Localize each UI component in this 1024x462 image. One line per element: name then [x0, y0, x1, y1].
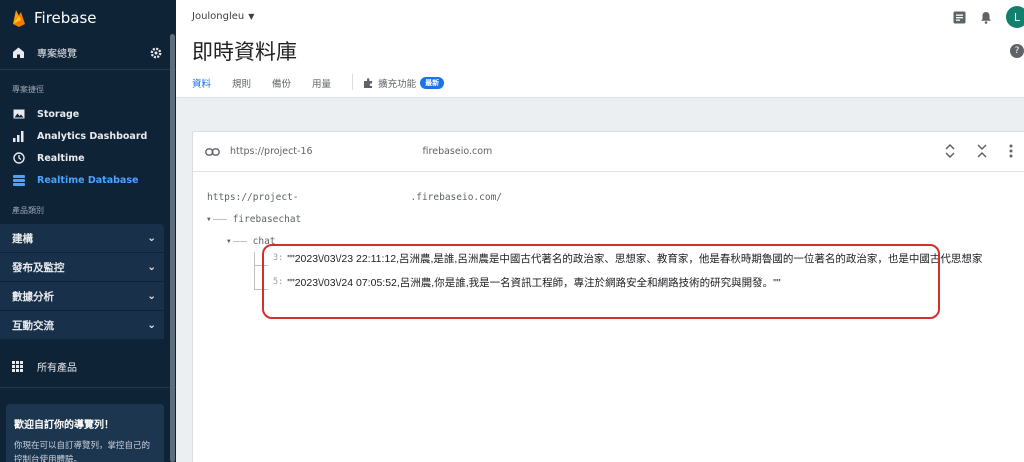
more-vert-icon[interactable] — [1009, 144, 1013, 158]
project-overview[interactable]: 專案總覽 — [0, 36, 176, 70]
collapse-icon[interactable] — [977, 144, 987, 158]
project-selector[interactable]: Joulongleu ▼ — [192, 11, 254, 22]
image-icon — [12, 108, 25, 121]
grid-icon — [12, 361, 23, 372]
clock-icon — [12, 152, 25, 165]
sidebar-group-release-monitor[interactable]: 發布及監控 ⌄ — [0, 253, 164, 282]
all-products-label: 所有產品 — [37, 363, 77, 374]
sidebar-item-label: Storage — [37, 108, 80, 120]
brand[interactable]: Firebase — [0, 0, 176, 36]
caret-down-icon: ▼ — [248, 11, 255, 21]
database-url-bar: https://project-16 firebaseio.com — [193, 132, 1024, 172]
sidebar-item-storage[interactable]: Storage — [0, 103, 176, 125]
tree-root[interactable]: https://project- .firebaseio.com/ — [207, 186, 502, 208]
gear-icon[interactable] — [150, 47, 162, 59]
content-area: https://project-16 firebaseio.com https:… — [176, 98, 1024, 462]
tree-node-firebasechat[interactable]: ▼ firebasechat — [207, 208, 502, 230]
extensions-label: 擴充功能 — [378, 79, 417, 90]
node-key: firebasechat — [232, 213, 302, 225]
brand-name: Firebase — [34, 9, 97, 27]
red-highlight-annotation — [262, 244, 940, 319]
url-prefix: https://project-16 — [230, 146, 313, 157]
sidebar-group-label: 數據分析 — [12, 290, 54, 303]
tab-usage[interactable]: 用量 — [312, 74, 331, 98]
bar-chart-icon — [12, 130, 25, 143]
card-desc: 你現在可以自訂導覽列，掌控自己的控制台使用體驗。 — [14, 441, 151, 462]
chevron-down-icon: ⌄ — [147, 261, 156, 273]
chevron-down-icon: ⌄ — [147, 319, 156, 331]
categories-title: 產品類別 — [12, 206, 44, 215]
topbar-actions: L — [953, 6, 1024, 28]
sidebar-item-realtime-database[interactable]: Realtime Database — [0, 169, 176, 191]
tab-backups[interactable]: 備份 — [272, 74, 291, 98]
database-url[interactable]: https://project-16 firebaseio.com — [230, 145, 493, 158]
main-content: Joulongleu ▼ L ? 即時資料庫 資料 規則 備份 用量 擴充功能 … — [176, 0, 1024, 462]
sidebar-item-label: Realtime Database — [37, 174, 139, 186]
all-products-button[interactable]: 所有產品 — [0, 346, 176, 388]
firebase-logo-icon — [13, 10, 25, 27]
redacted-area — [312, 145, 423, 158]
tab-bar: 資料 規則 備份 用量 擴充功能 最新 — [192, 74, 445, 100]
card-title: 歡迎自訂你的導覽列！ — [14, 420, 114, 431]
url-actions — [945, 144, 1013, 158]
sidebar-group-analytics[interactable]: 數據分析 ⌄ — [0, 282, 164, 311]
sidebar-group-engage[interactable]: 互動交流 ⌄ — [0, 311, 164, 340]
tab-divider — [352, 74, 354, 90]
puzzle-icon — [364, 77, 373, 88]
link-icon — [205, 147, 220, 156]
chevron-down-icon: ⌄ — [147, 232, 156, 244]
database-icon — [12, 174, 25, 187]
shortcuts-title: 專案捷徑 — [12, 85, 44, 94]
new-badge: 最新 — [420, 77, 445, 89]
collapse-arrow-icon[interactable]: ▼ — [207, 216, 211, 223]
topbar: Joulongleu ▼ L — [176, 0, 1024, 32]
tab-extensions[interactable]: 擴充功能 最新 — [363, 74, 445, 90]
sidebar-group-label: 互動交流 — [12, 319, 54, 332]
overview-label: 專案總覽 — [37, 49, 77, 60]
tab-rules[interactable]: 規則 — [232, 74, 251, 98]
data-tree: https://project- .firebaseio.com/ ▼ fireb… — [207, 186, 502, 252]
sidebar-item-analytics-dashboard[interactable]: Analytics Dashboard — [0, 125, 176, 147]
home-icon — [13, 47, 24, 58]
customize-nav-card: 歡迎自訂你的導覽列！ 你現在可以自訂導覽列，掌控自己的控制台使用體驗。 — [6, 404, 164, 462]
url-suffix: firebaseio.com — [422, 146, 493, 157]
sidebar-group-build[interactable]: 建構 ⌄ — [0, 224, 164, 253]
sidebar-scrollbar[interactable] — [170, 34, 175, 462]
sidebar-group-label: 發布及監控 — [12, 261, 65, 274]
project-name: Joulongleu — [192, 10, 245, 22]
collapse-arrow-icon[interactable]: ▼ — [227, 238, 231, 245]
avatar[interactable]: L — [1006, 6, 1024, 28]
help-icon[interactable]: ? — [1010, 44, 1024, 58]
sidebar-item-realtime[interactable]: Realtime — [0, 147, 176, 169]
sidebar: Firebase 專案總覽 專案捷徑 Storage Analytics Das… — [0, 0, 176, 462]
bell-icon[interactable] — [980, 11, 992, 24]
sidebar-item-label: Realtime — [37, 152, 85, 164]
tree-guide-line — [254, 252, 255, 290]
expand-icon[interactable] — [945, 144, 955, 158]
sidebar-group-label: 建構 — [12, 232, 33, 245]
chevron-down-icon: ⌄ — [147, 290, 156, 302]
page-title: 即時資料庫 — [192, 40, 297, 64]
docs-icon[interactable] — [953, 11, 966, 24]
sidebar-item-label: Analytics Dashboard — [37, 130, 148, 142]
